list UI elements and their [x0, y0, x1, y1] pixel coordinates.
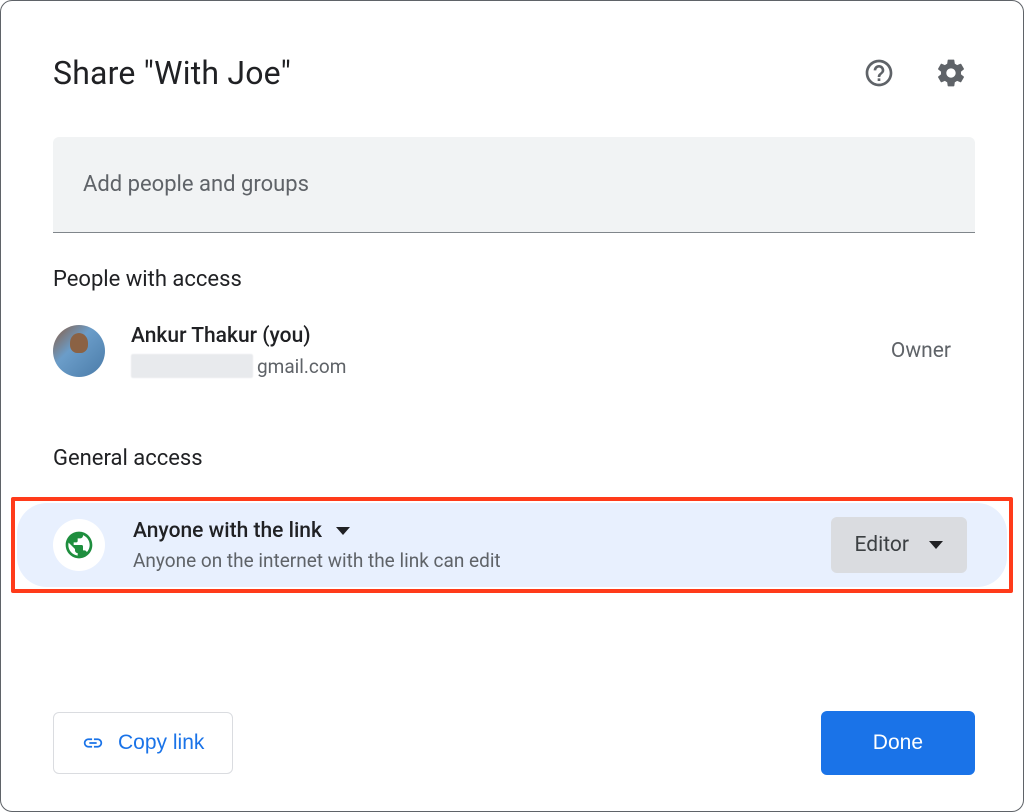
- access-role-dropdown[interactable]: Editor: [831, 517, 967, 573]
- copy-link-label: Copy link: [118, 731, 204, 755]
- access-description: Anyone on the internet with the link can…: [133, 549, 831, 572]
- globe-icon-container: [53, 519, 105, 571]
- person-row: Ankur Thakur (you) gmail.com Owner: [1, 312, 1023, 390]
- access-scope-label: Anyone with the link: [133, 519, 322, 543]
- highlighted-annotation: Anyone with the link Anyone on the inter…: [11, 497, 1013, 593]
- dialog-header: Share "With Joe": [1, 1, 1023, 113]
- person-info: Ankur Thakur (you) gmail.com: [131, 324, 891, 378]
- access-scope-dropdown[interactable]: Anyone with the link: [133, 519, 831, 543]
- access-info: Anyone with the link Anyone on the inter…: [133, 519, 831, 572]
- general-access-header: General access: [1, 390, 1023, 491]
- email-redacted: [131, 354, 253, 378]
- person-role: Owner: [891, 339, 951, 363]
- access-role-label: Editor: [855, 533, 909, 557]
- person-name: Ankur Thakur (you): [131, 324, 891, 348]
- email-suffix: gmail.com: [257, 355, 346, 378]
- help-icon: [863, 57, 895, 89]
- gear-icon: [935, 57, 967, 89]
- help-button[interactable]: [859, 53, 899, 93]
- chevron-down-icon: [336, 527, 350, 535]
- add-people-input[interactable]: Add people and groups: [53, 137, 975, 233]
- copy-link-button[interactable]: Copy link: [53, 712, 233, 774]
- done-button[interactable]: Done: [821, 711, 975, 775]
- dialog-footer: Copy link Done: [53, 711, 975, 775]
- add-people-placeholder: Add people and groups: [83, 172, 309, 197]
- person-email: gmail.com: [131, 354, 891, 378]
- settings-button[interactable]: [931, 53, 971, 93]
- avatar: [53, 325, 105, 377]
- header-actions: [859, 53, 971, 93]
- dialog-title: Share "With Joe": [53, 54, 291, 92]
- link-icon: [82, 732, 104, 754]
- chevron-down-icon: [929, 541, 943, 549]
- globe-icon: [63, 529, 95, 561]
- people-with-access-header: People with access: [1, 233, 1023, 312]
- share-dialog: Share "With Joe" Add people and groups P…: [0, 0, 1024, 812]
- general-access-row: Anyone with the link Anyone on the inter…: [17, 503, 1007, 587]
